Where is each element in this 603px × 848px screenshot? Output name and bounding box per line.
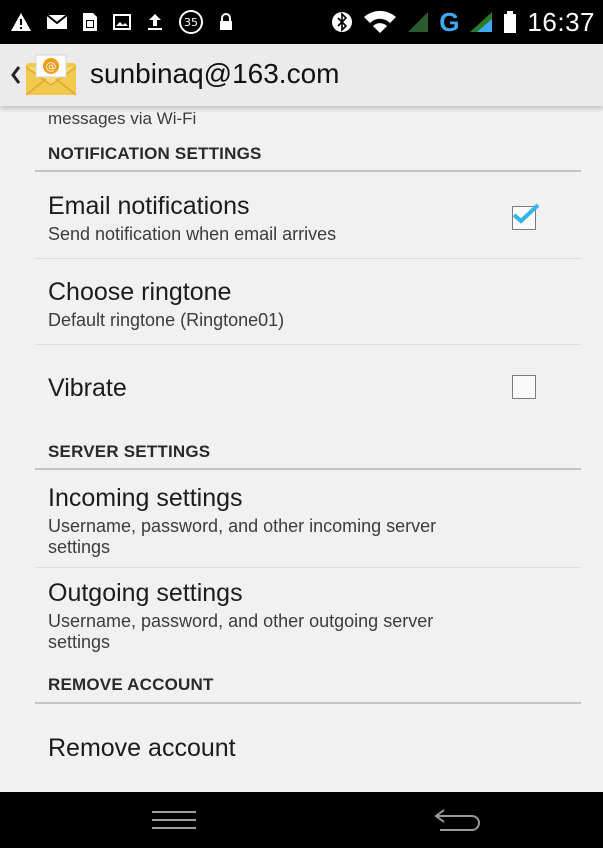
- setting-summary-line-2: settings: [48, 537, 111, 557]
- section-divider: [35, 170, 581, 172]
- signal-icon: [469, 11, 493, 33]
- section-header-remove: REMOVE ACCOUNT: [48, 675, 214, 694]
- upload-icon: [146, 12, 164, 32]
- email-app-icon[interactable]: @: [24, 53, 78, 97]
- sim-icon: [82, 12, 98, 32]
- lock-icon: [218, 12, 234, 32]
- setting-title: Choose ringtone: [48, 278, 232, 306]
- badge-icon: 35: [178, 9, 204, 35]
- partial-summary-text: messages via Wi-Fi: [48, 109, 197, 128]
- item-divider: [35, 258, 581, 259]
- status-bar: 35 G 16:37: [0, 0, 603, 44]
- section-divider: [35, 468, 581, 470]
- section-header-server: SERVER SETTINGS: [48, 442, 211, 461]
- checkmark-icon: [512, 203, 540, 224]
- item-divider: [35, 567, 581, 568]
- image-icon: [112, 13, 132, 31]
- setting-title: Email notifications: [48, 192, 250, 220]
- section-divider: [35, 702, 581, 704]
- setting-title: Incoming settings: [48, 484, 243, 512]
- setting-title: Outgoing settings: [48, 579, 243, 607]
- status-time: 16:37: [527, 6, 595, 37]
- setting-summary-line-2: settings: [48, 632, 111, 652]
- setting-summary: Default ringtone (Ringtone01): [48, 310, 285, 330]
- battery-icon: [503, 10, 517, 34]
- setting-summary: Send notification when email arrives: [48, 224, 337, 244]
- account-title: sunbinaq@163.com: [90, 58, 340, 89]
- menu-icon[interactable]: [152, 808, 196, 832]
- mail-icon: [46, 14, 68, 30]
- setting-summary-line-1: Username, password, and other outgoing s…: [48, 611, 434, 631]
- setting-title: Remove account: [48, 734, 236, 762]
- bluetooth-icon: [331, 10, 353, 34]
- vibrate-checkbox[interactable]: [512, 375, 536, 399]
- navigation-bar: [0, 792, 603, 848]
- up-chevron-icon[interactable]: [10, 63, 22, 87]
- action-bar: @ sunbinaq@163.com: [0, 44, 603, 106]
- signal-weak-icon: [407, 11, 429, 33]
- section-header-notification: NOTIFICATION SETTINGS: [48, 144, 262, 163]
- svg-text:@: @: [46, 60, 57, 73]
- network-type: G: [439, 6, 460, 37]
- warning-icon: [10, 12, 32, 32]
- email-notifications-checkbox[interactable]: [512, 203, 540, 230]
- item-divider: [35, 344, 581, 345]
- wifi-icon: [363, 10, 397, 34]
- svg-text:35: 35: [184, 16, 198, 29]
- back-icon[interactable]: [432, 804, 482, 836]
- settings-list: messages via Wi-Fi NOTIFICATION SETTINGS…: [0, 106, 603, 792]
- setting-summary-line-1: Username, password, and other incoming s…: [48, 516, 437, 536]
- setting-title: Vibrate: [48, 374, 127, 402]
